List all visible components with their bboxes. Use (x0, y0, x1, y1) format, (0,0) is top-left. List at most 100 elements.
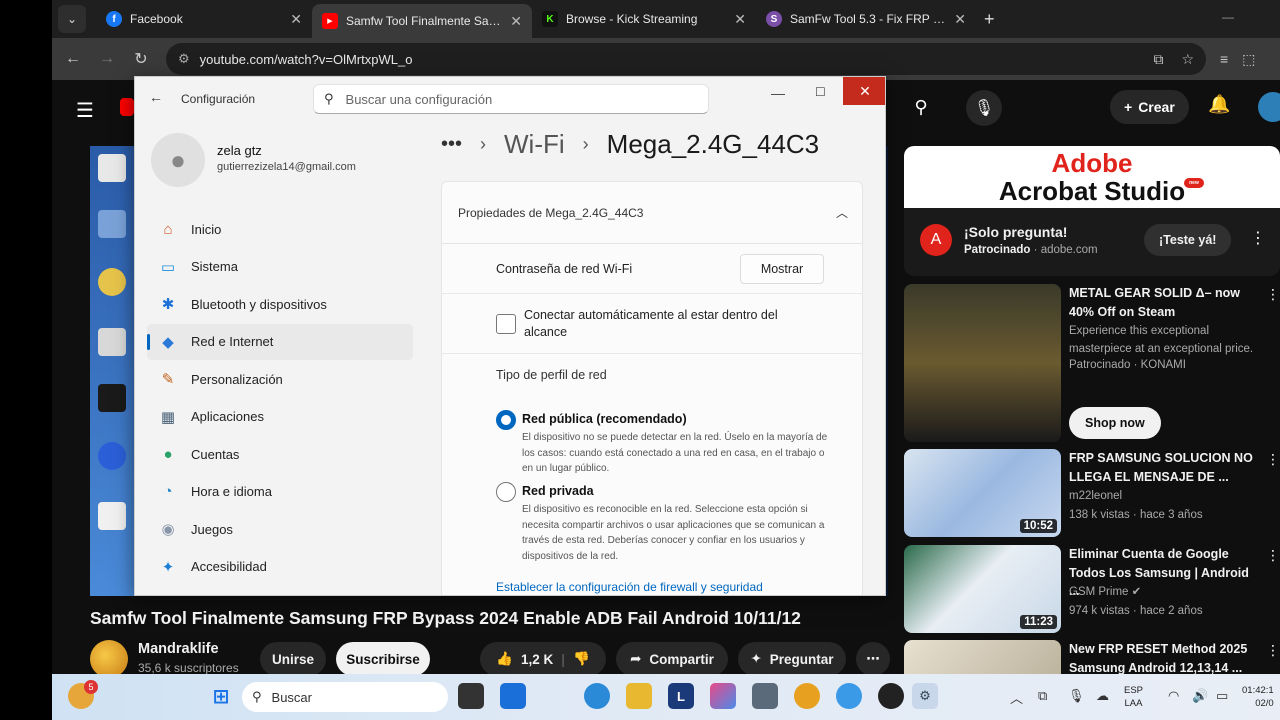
minimize-icon[interactable]: — (771, 85, 785, 101)
settings-search-input[interactable]: ⚲ Buscar una configuración (313, 84, 709, 114)
recommended-video-item[interactable]: New FRP RESET Method 2025 Samsung Androi… (904, 640, 1280, 674)
more-vertical-icon[interactable]: ⋮ (1266, 286, 1280, 303)
taskbar-search-input[interactable]: ⚲ Buscar (242, 682, 448, 712)
search-icon[interactable]: ⚲ (904, 90, 938, 124)
window-minimize-icon[interactable]: — (1222, 10, 1234, 24)
recommended-video-item[interactable]: 10:52 FRP SAMSUNG SOLUCION NO LLEGA EL M… (904, 449, 1280, 537)
more-vertical-icon[interactable]: ⋮ (1266, 642, 1280, 659)
maximize-icon[interactable]: ☐ (815, 85, 826, 99)
tab-samfw[interactable]: S SamFw Tool 5.3 - Fix FRP 2022, ✕ (756, 4, 976, 34)
onedrive-icon[interactable]: ☁ (1096, 688, 1109, 704)
private-network-radio[interactable] (496, 482, 516, 502)
channel-avatar[interactable] (90, 640, 128, 678)
thumbs-up-icon[interactable]: 👍 (496, 651, 513, 667)
close-icon[interactable]: ✕ (954, 11, 966, 28)
network-icon[interactable]: ⧉ (1038, 688, 1047, 704)
microphone-icon[interactable]: 🎙 (1068, 688, 1085, 704)
outlook-icon[interactable] (500, 683, 526, 709)
windows-start-icon[interactable]: ⊞ (208, 683, 234, 709)
video-item-channel[interactable]: m22leonel (1069, 487, 1259, 505)
reload-icon[interactable]: ↻ (124, 49, 158, 69)
tab-facebook[interactable]: f Facebook ✕ (96, 4, 312, 34)
youtube-logo-icon[interactable] (120, 98, 134, 116)
sidebar-item-personalizacion[interactable]: ✎ Personalización (147, 361, 413, 397)
like-count[interactable]: 1,2 K (521, 652, 553, 667)
site-info-icon[interactable]: ⚙ (178, 51, 190, 67)
app-icon[interactable] (752, 683, 778, 709)
back-arrow-icon[interactable]: ← (56, 50, 90, 68)
user-avatar[interactable]: ● (151, 133, 205, 187)
thumbs-down-icon[interactable]: 👎 (573, 651, 590, 667)
auto-connect-checkbox[interactable] (496, 313, 516, 334)
close-icon[interactable]: ✕ (290, 11, 302, 28)
breadcrumb-wifi[interactable]: Wi-Fi (504, 129, 565, 160)
ad-banner[interactable]: Adobe Acrobat Studio new (904, 146, 1280, 208)
sidebar-item-aplicaciones[interactable]: ▦ Aplicaciones (147, 399, 413, 435)
volume-icon[interactable]: 🔊 (1192, 688, 1208, 704)
close-icon[interactable]: ✕ (510, 13, 522, 30)
panel-header[interactable]: Propiedades de Mega_2.4G_44C3 ︿ (442, 182, 862, 244)
firewall-settings-link[interactable]: Establecer la configuración de firewall … (496, 580, 763, 594)
chevron-up-icon[interactable]: ︿ (836, 204, 848, 221)
chevron-up-icon[interactable]: ︿ (1010, 688, 1023, 707)
sidebar-item-cuentas[interactable]: ● Cuentas (147, 436, 413, 472)
close-icon[interactable]: ✕ (734, 11, 746, 28)
recommended-video-item[interactable]: 11:23 Eliminar Cuenta de Google Todos Lo… (904, 545, 1280, 633)
sidebar-item-inicio[interactable]: ⌂ Inicio (147, 211, 413, 247)
close-icon[interactable]: ✕ (843, 77, 885, 105)
more-vertical-icon[interactable]: ⋮ (1266, 547, 1280, 564)
sidebar-item-bluetooth[interactable]: ✱ Bluetooth y dispositivos (147, 286, 413, 322)
share-button[interactable]: ➦ Compartir (616, 642, 728, 676)
sidebar-item-sistema[interactable]: ▭ Sistema (147, 249, 413, 285)
wifi-icon[interactable]: ◠ (1168, 688, 1179, 704)
bookmark-star-icon[interactable]: ☆ (1181, 51, 1194, 68)
video-item-title[interactable]: FRP SAMSUNG SOLUCION NO LLEGA EL MENSAJE… (1069, 449, 1257, 486)
video-thumbnail[interactable]: 11:23 (904, 545, 1061, 633)
ask-button[interactable]: ✦ Preguntar (738, 642, 846, 676)
public-network-radio[interactable] (496, 410, 516, 430)
battery-icon[interactable]: ▭ (1216, 688, 1228, 704)
more-vertical-icon[interactable]: ⋮ (1266, 451, 1280, 468)
edge-icon[interactable] (584, 683, 610, 709)
tab-youtube-active[interactable]: ▶ Samfw Tool Finalmente Samsung ✕ (312, 4, 532, 38)
extensions-icon[interactable]: ⬚ (1242, 51, 1255, 68)
channel-name[interactable]: Mandraklife (138, 641, 219, 657)
sidebar-item-red-internet[interactable]: ◆ Red e Internet (147, 323, 413, 360)
back-arrow-icon[interactable]: ← (149, 89, 163, 105)
sidebar-item-accesibilidad[interactable]: ✦ Accesibilidad (147, 549, 413, 585)
video-item-title[interactable]: New FRP RESET Method 2025 Samsung Androi… (1069, 640, 1257, 674)
join-button[interactable]: Unirse (260, 642, 326, 676)
new-tab-button[interactable]: + (984, 9, 995, 30)
microphone-icon[interactable]: 🎙 (966, 90, 1002, 126)
notifications-bell-icon[interactable]: 🔔 (1208, 94, 1230, 115)
more-vertical-icon[interactable]: ⋮ (1250, 228, 1266, 248)
subscribe-button[interactable]: Suscribirse (336, 642, 430, 676)
create-button[interactable]: + Crear (1110, 90, 1189, 124)
video-thumbnail[interactable]: 10:52 (904, 449, 1061, 537)
address-bar[interactable]: ⚙ youtube.com/watch?v=OlMrtxpWL_o ⧉ ☆ (166, 43, 1206, 75)
tab-search-button[interactable]: ⌄ (58, 5, 86, 33)
input-language[interactable]: ESP LAA (1124, 684, 1143, 710)
app-l-icon[interactable]: L (668, 683, 694, 709)
copilot-icon[interactable] (710, 683, 736, 709)
settings-gear-icon[interactable]: ⚙ (912, 683, 938, 709)
reading-list-icon[interactable]: ≡ (1220, 51, 1228, 68)
tab-kick[interactable]: K Browse - Kick Streaming ✕ (532, 4, 756, 34)
video-thumbnail[interactable] (904, 284, 1061, 442)
taskbar-clock[interactable]: 01:42:1 02/0 (1242, 684, 1274, 710)
app-icon[interactable] (878, 683, 904, 709)
video-item-channel[interactable]: GSM Prime ✔ (1069, 583, 1259, 601)
file-explorer-icon[interactable] (626, 683, 652, 709)
more-actions-button[interactable]: ⋯ (856, 642, 890, 676)
more-dots-icon[interactable]: ••• (441, 133, 462, 156)
install-app-icon[interactable]: ⧉ (1153, 51, 1163, 68)
task-view-icon[interactable] (458, 683, 484, 709)
video-thumbnail[interactable] (904, 640, 1061, 674)
sidebar-item-juegos[interactable]: ◉ Juegos (147, 511, 413, 547)
shop-now-button[interactable]: Shop now (1069, 407, 1161, 439)
edge-dev-icon[interactable] (836, 683, 862, 709)
recommended-video-item[interactable]: METAL GEAR SOLID Δ– now 40% Off on Steam… (904, 284, 1280, 442)
chrome-icon[interactable] (794, 683, 820, 709)
ad-cta-button[interactable]: ¡Teste yá! (1144, 224, 1232, 256)
sidebar-item-hora-idioma[interactable]: ◔ Hora e idioma (147, 474, 413, 510)
